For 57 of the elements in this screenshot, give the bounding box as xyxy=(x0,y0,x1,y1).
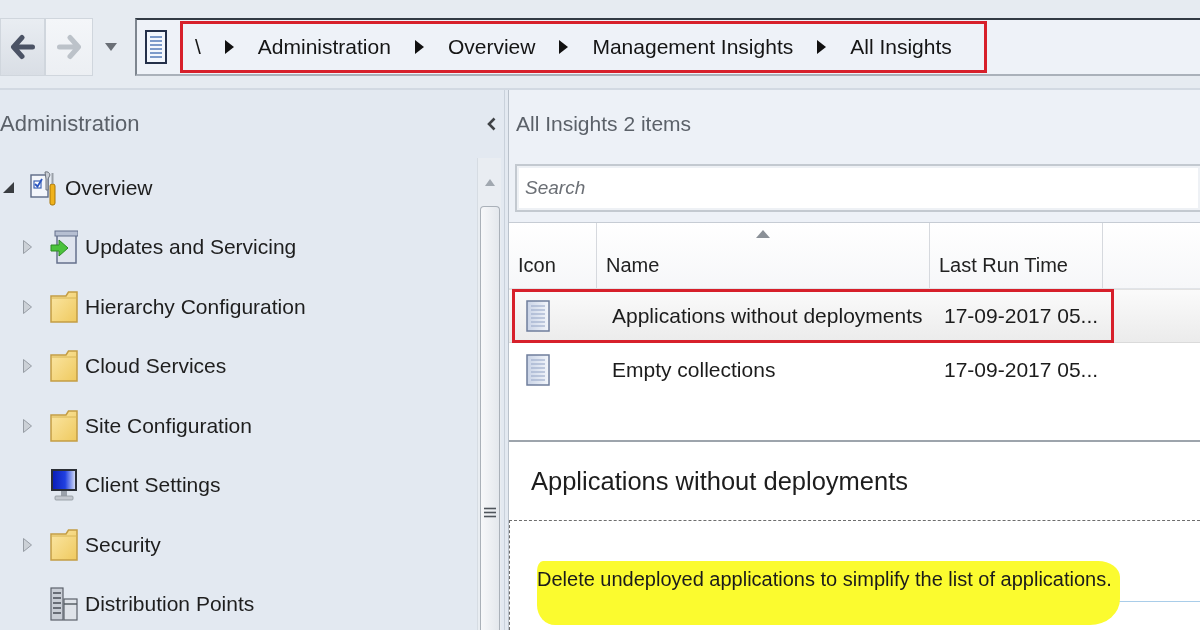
column-header[interactable]: Last Run Time xyxy=(930,223,1103,288)
report-icon xyxy=(526,300,550,332)
scrollbar[interactable] xyxy=(477,158,501,630)
back-button[interactable] xyxy=(0,18,45,76)
tree-item[interactable]: Security xyxy=(50,528,161,561)
breadcrumb-link[interactable]: Overview xyxy=(447,35,536,59)
tree-item[interactable]: Client Settings xyxy=(50,468,221,503)
table-cell-text: Empty collections xyxy=(611,358,777,382)
expand-arrow-icon[interactable] xyxy=(23,537,32,552)
pane-title: Administration xyxy=(0,111,140,137)
caret-down-icon[interactable] xyxy=(105,43,117,51)
search-field[interactable]: Search xyxy=(515,164,1200,212)
tree-item[interactable]: Cloud Services xyxy=(50,350,227,383)
caret-right-icon[interactable] xyxy=(414,40,424,54)
tree-item[interactable]: Updates and Servicing xyxy=(50,230,297,265)
expand-arrow-icon[interactable] xyxy=(23,299,32,314)
table-cell-text: 17-09-2017 05... xyxy=(943,358,1100,382)
column-header[interactable]: Name xyxy=(597,223,930,288)
expand-arrow-icon[interactable] xyxy=(23,359,32,374)
grip-icon xyxy=(483,507,496,518)
breadcrumb-link[interactable]: Management Insights xyxy=(592,35,794,59)
expand-arrow-icon[interactable] xyxy=(23,240,32,255)
breadcrumb-link[interactable]: \ xyxy=(195,35,201,59)
arrow-left-icon xyxy=(9,34,36,60)
breadcrumb-link[interactable]: All Insights xyxy=(850,35,952,59)
caret-right-icon[interactable] xyxy=(224,40,234,54)
expanded-arrow-icon[interactable] xyxy=(3,182,14,194)
pane-title: All Insights 2 items xyxy=(516,112,692,136)
arrow-right-icon xyxy=(56,34,82,60)
folder-icon xyxy=(50,528,78,561)
breadcrumb-link[interactable]: Administration xyxy=(257,35,391,59)
table-row[interactable]: Applications without deployments 17-09-2017 05... xyxy=(509,289,1200,343)
address-bar[interactable]: \ Administration Overview Management Insights All Insights xyxy=(135,18,1200,76)
server-icon xyxy=(50,587,78,622)
scroll-up-icon[interactable] xyxy=(484,178,495,186)
report-icon xyxy=(526,354,550,386)
page-icon xyxy=(145,30,167,64)
chevron-left-icon[interactable] xyxy=(487,117,496,131)
tree-item[interactable]: Site Configuration xyxy=(50,409,252,442)
tree-item[interactable]: Distribution Points xyxy=(50,587,255,622)
table-cell-text: 17-09-2017 05... xyxy=(943,304,1100,328)
caret-right-icon[interactable] xyxy=(817,40,827,54)
folder-icon xyxy=(50,290,78,323)
description-text: Delete undeployed applications to simplify the list of applications. xyxy=(537,561,1120,625)
expand-arrow-icon[interactable] xyxy=(23,418,32,433)
details-title: Applications without deployments xyxy=(530,465,910,497)
tree-item[interactable]: Overview xyxy=(30,169,153,206)
folder-icon xyxy=(50,350,78,383)
caret-right-icon[interactable] xyxy=(559,40,569,54)
scrollbar-thumb[interactable] xyxy=(479,206,500,630)
folder-icon xyxy=(50,409,78,442)
table-cell-text: Applications without deployments xyxy=(611,304,924,328)
tree-item[interactable]: Hierarchy Configuration xyxy=(50,290,306,323)
column-header[interactable]: Icon xyxy=(509,223,597,288)
package-arrow-icon xyxy=(50,230,78,265)
monitor-icon xyxy=(50,468,78,503)
checklist-wrench-icon xyxy=(30,169,58,206)
